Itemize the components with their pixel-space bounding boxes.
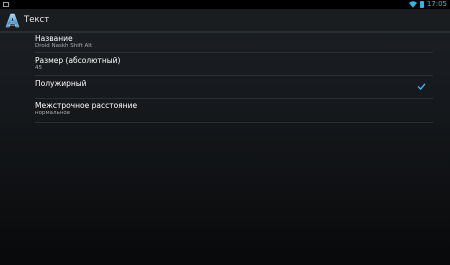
battery-icon [419, 1, 424, 8]
setting-value: 45 [35, 65, 42, 71]
clock: 17:05 [426, 0, 447, 8]
setting-value: Droid Naskh Shift Alt [35, 43, 92, 49]
setting-font-size[interactable]: Размер (абсолютный) 45 [35, 53, 433, 76]
status-bar-right: 17:05 [408, 0, 447, 9]
setting-label: Полужирный [35, 79, 87, 88]
app-logo-icon[interactable] [5, 13, 20, 28]
setting-line-spacing[interactable]: Межстрочное расстояние нормальное [35, 99, 433, 123]
settings-list: Название Droid Naskh Shift Alt Размер (а… [35, 31, 433, 123]
setting-value: нормальное [35, 110, 71, 116]
setting-label: Название [35, 34, 73, 43]
page-title: Текст [24, 14, 50, 25]
screenshot-icon [3, 2, 9, 7]
status-bar: 17:05 [0, 0, 450, 9]
setting-bold[interactable]: Полужирный [35, 76, 433, 99]
checkmark-icon[interactable] [417, 83, 426, 90]
wifi-icon [408, 1, 417, 8]
setting-font-name[interactable]: Название Droid Naskh Shift Alt [35, 31, 433, 53]
setting-label: Размер (абсолютный) [35, 56, 121, 65]
setting-label: Межстрочное расстояние [35, 101, 138, 110]
action-bar: Текст [0, 9, 450, 33]
